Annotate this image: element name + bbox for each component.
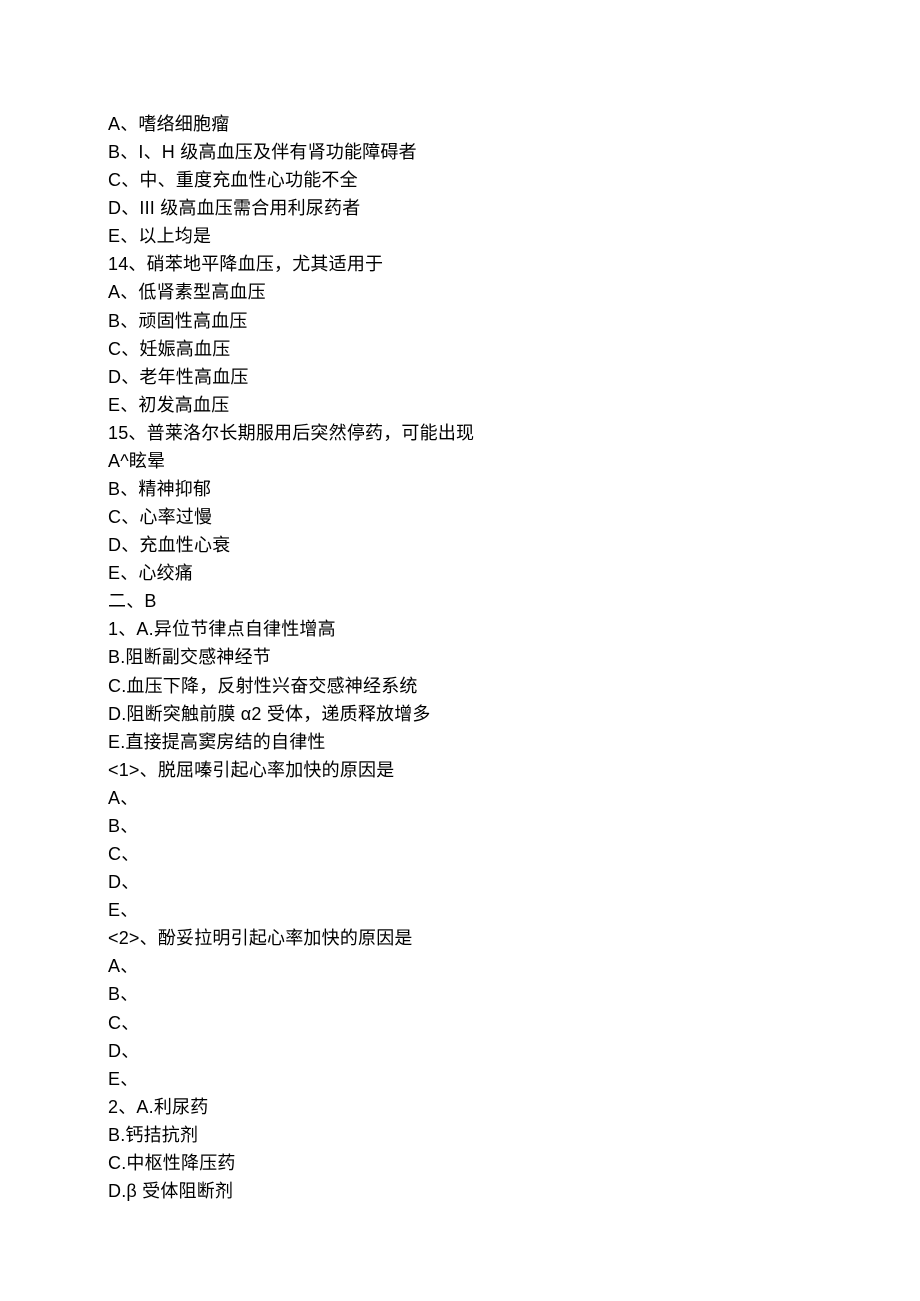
b-q1-stem-d: D.阻断突触前膜 α2 受体，递质释放增多 [108,700,920,728]
b-q1-sub1-a: A、 [108,784,920,812]
option-b-q15: B、精神抑郁 [108,475,920,503]
b-q1-stem-a: 1、A.异位节律点自律性增高 [108,615,920,643]
option-e-q15: E、心绞痛 [108,559,920,587]
b-q2-stem-c: C.中枢性降压药 [108,1149,920,1177]
b-q1-sub2-b: B、 [108,980,920,1008]
b-q1-sub1-e: E、 [108,896,920,924]
option-a-q14: A、低肾素型高血压 [108,278,920,306]
option-a-q13: A、嗜络细胞瘤 [108,110,920,138]
b-q1-stem-b: B.阻断副交感神经节 [108,643,920,671]
option-d-q15: D、充血性心衰 [108,531,920,559]
b-q1-sub2-c: C、 [108,1009,920,1037]
b-q2-stem-b: B.钙拮抗剂 [108,1121,920,1149]
b-q1-sub1-b: B、 [108,812,920,840]
option-b-q13: B、I、H 级高血压及伴有肾功能障碍者 [108,138,920,166]
option-e-q14: E、初发高血压 [108,391,920,419]
b-q1-sub2-e: E、 [108,1065,920,1093]
option-d-q14: D、老年性高血压 [108,363,920,391]
b-q1-sub2: <2>、酚妥拉明引起心率加快的原因是 [108,924,920,952]
option-e-q13: E、以上均是 [108,222,920,250]
b-q1-stem-c: C.血压下降，反射性兴奋交感神经系统 [108,672,920,700]
question-14: 14、硝苯地平降血压，尤其适用于 [108,250,920,278]
option-c-q13: C、中、重度充血性心功能不全 [108,166,920,194]
b-q1-sub1-c: C、 [108,840,920,868]
option-c-q15: C、心率过慢 [108,503,920,531]
option-a-q15: A^眩晕 [108,447,920,475]
option-d-q13: D、III 级高血压需合用利尿药者 [108,194,920,222]
option-c-q14: C、妊娠高血压 [108,335,920,363]
section-b-heading: 二、B [108,587,920,615]
question-15: 15、普莱洛尔长期服用后突然停药，可能出现 [108,419,920,447]
b-q2-stem-a: 2、A.利尿药 [108,1093,920,1121]
b-q1-sub1-d: D、 [108,868,920,896]
b-q1-stem-e: E.直接提高窦房结的自律性 [108,728,920,756]
option-b-q14: B、顽固性高血压 [108,307,920,335]
b-q1-sub2-a: A、 [108,952,920,980]
b-q1-sub2-d: D、 [108,1037,920,1065]
b-q1-sub1: <1>、脱屈嗪引起心率加快的原因是 [108,756,920,784]
b-q2-stem-d: D.β 受体阻断剂 [108,1177,920,1205]
